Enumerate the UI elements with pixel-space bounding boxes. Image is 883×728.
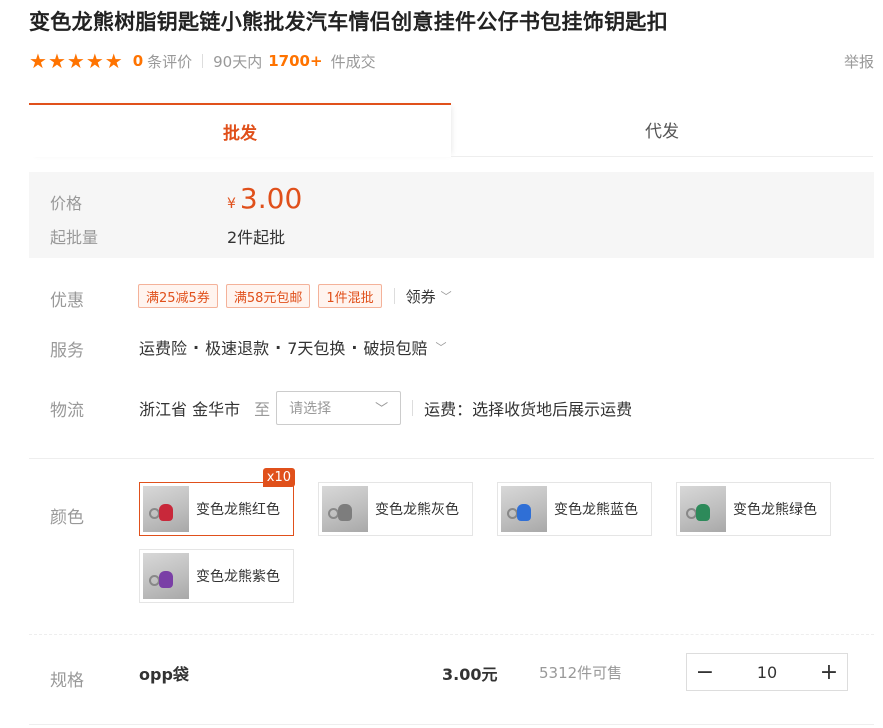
logistics-row: 浙江省 金华市 至 请选择 ﹀ 运费：选择收货地后展示运费: [139, 390, 633, 425]
chevron-down-icon: ﹀: [440, 290, 452, 303]
divider: [412, 399, 414, 416]
star-icon: ★: [47, 49, 66, 73]
spec-name: opp袋: [139, 665, 189, 684]
currency-symbol: ¥: [227, 196, 236, 212]
destination-placeholder: 请选择: [289, 400, 332, 417]
service-item: 运费险: [139, 339, 188, 358]
bullet-icon: ·: [351, 337, 358, 357]
price-amount: 3.00: [239, 182, 303, 215]
bear-figure: [696, 504, 710, 521]
divider: [393, 288, 395, 304]
moq-label: 起批量: [50, 228, 99, 247]
get-coupon-label: 领券: [405, 287, 436, 306]
star-icon: ★: [104, 49, 123, 73]
bear-figure: [338, 504, 352, 521]
color-option-purple[interactable]: 变色龙熊紫色: [139, 549, 294, 603]
bullet-icon: ·: [193, 337, 200, 357]
quantity-input[interactable]: 10: [723, 663, 811, 682]
section-divider: [29, 458, 874, 459]
color-option-blue[interactable]: 变色龙熊蓝色: [497, 482, 652, 536]
promotion-label: 优惠: [50, 291, 84, 311]
service-item: 破损包赔: [363, 339, 428, 358]
report-link[interactable]: 举报: [844, 51, 874, 72]
price-value: ¥ 3.00: [227, 182, 302, 215]
star-icon: ★: [66, 49, 85, 73]
moq-value: 2件起批: [227, 228, 286, 247]
quantity-badge: x10: [262, 468, 295, 487]
review-count[interactable]: 0: [133, 52, 143, 70]
increase-quantity-button[interactable]: +: [811, 654, 847, 690]
promo-tag: 满58元包邮: [225, 284, 311, 308]
section-divider: [29, 724, 874, 725]
product-thumbnail: [322, 486, 368, 532]
color-option-label: 变色龙熊蓝色: [554, 502, 638, 518]
purchase-mode-tabs: 批发 代发: [29, 103, 874, 157]
destination-select[interactable]: 请选择 ﹀: [276, 390, 402, 425]
quantity-stepper: − 10 +: [686, 653, 848, 691]
color-option-label: 变色龙熊灰色: [375, 502, 459, 518]
promo-tag: 满25减5券: [138, 284, 218, 308]
rating-row: ★ ★ ★ ★ ★ 0 条评价 90天内 1700+ 件成交 举报: [29, 50, 874, 72]
spec-stock: 5312件可售: [539, 664, 623, 682]
price-panel: 价格 ¥ 3.00 起批量 2件起批: [29, 172, 874, 258]
divider: [202, 54, 204, 68]
product-thumbnail: [143, 486, 189, 532]
review-label[interactable]: 条评价: [147, 51, 192, 72]
service-label: 服务: [50, 341, 84, 361]
color-option-gray[interactable]: 变色龙熊灰色: [318, 482, 473, 536]
star-icon: ★: [29, 49, 47, 73]
bear-figure: [517, 504, 531, 521]
to-label: 至: [254, 399, 271, 419]
color-label: 颜色: [50, 508, 84, 528]
color-option-red[interactable]: 变色龙熊红色 x10: [139, 468, 295, 536]
color-option-label: 变色龙熊绿色: [733, 502, 817, 518]
section-divider: [29, 634, 874, 635]
logistics-label: 物流: [50, 401, 84, 421]
spec-price: 3.00元: [442, 665, 498, 684]
sales-count: 1700+: [268, 52, 323, 70]
spec-label: 规格: [50, 671, 84, 691]
chevron-down-icon[interactable]: ﹀: [435, 339, 446, 355]
tab-dropship[interactable]: 代发: [451, 103, 873, 157]
bear-figure: [159, 571, 173, 588]
origin-location: 浙江省 金华市: [139, 399, 241, 419]
sales-label: 件成交: [330, 52, 376, 71]
promotion-tags: 满25减5券 满58元包邮 1件混批 领券 ﹀: [138, 284, 452, 308]
star-icon: ★: [85, 49, 104, 73]
service-item: 7天包换: [287, 339, 346, 358]
bear-figure: [159, 504, 173, 521]
get-coupon-button[interactable]: 领券 ﹀: [406, 286, 452, 307]
price-label: 价格: [50, 194, 83, 213]
product-thumbnail: [143, 553, 189, 599]
spec-row: opp袋 3.00元 5312件可售 − 10 +: [139, 653, 849, 691]
color-option-label: 变色龙熊紫色: [196, 569, 280, 585]
product-thumbnail: [680, 486, 726, 532]
decrease-quantity-button[interactable]: −: [687, 654, 723, 690]
tab-wholesale[interactable]: 批发: [29, 103, 451, 157]
shipping-fee-text: 运费：选择收货地后展示运费: [424, 399, 633, 419]
bullet-icon: ·: [275, 337, 282, 357]
product-title: 变色龙熊树脂钥匙链小熊批发汽车情侣创意挂件公仔书包挂饰钥匙扣: [29, 10, 668, 34]
service-item: 极速退款: [205, 339, 270, 358]
chevron-down-icon: ﹀: [375, 402, 389, 417]
promo-tag: 1件混批: [318, 284, 382, 308]
product-thumbnail: [501, 486, 547, 532]
service-list[interactable]: 运费险 · 极速退款 · 7天包换 · 破损包赔 ﹀: [139, 335, 446, 359]
color-option-label: 变色龙熊红色: [196, 502, 280, 518]
sales-period: 90天内: [213, 52, 263, 71]
rating-stars: ★ ★ ★ ★ ★: [29, 51, 123, 71]
color-option-green[interactable]: 变色龙熊绿色: [676, 482, 831, 536]
